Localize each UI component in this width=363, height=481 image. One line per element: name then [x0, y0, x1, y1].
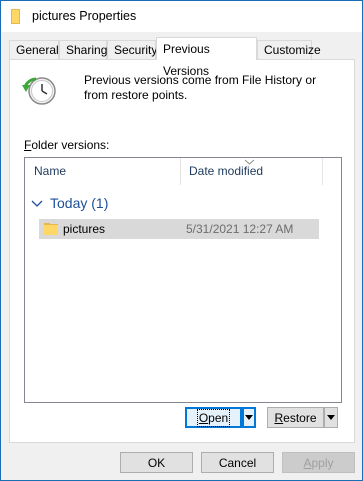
- apply-accel: A: [303, 455, 312, 470]
- list-item[interactable]: pictures 5/31/2021 12:27 AM: [39, 219, 319, 239]
- versions-list[interactable]: Name Date modified Today (1) pictures 5/…: [24, 157, 342, 403]
- open-dropdown-button[interactable]: [242, 407, 256, 428]
- restore-dropdown-button[interactable]: [324, 407, 338, 428]
- restore-button[interactable]: Restore: [267, 407, 324, 428]
- restore-button-label: Restore: [274, 411, 316, 425]
- folder-versions-label-text: older versions:: [31, 138, 110, 152]
- tab-general[interactable]: General: [9, 40, 59, 60]
- tab-strip: General Sharing Security Previous Versio…: [9, 37, 355, 78]
- column-separator: [322, 158, 323, 185]
- previous-versions-panel: Previous versions come from File History…: [9, 59, 355, 443]
- tab-customize[interactable]: Customize: [257, 40, 321, 60]
- restore-accel: R: [274, 410, 284, 425]
- window-title: pictures Properties: [32, 9, 137, 23]
- folder-icon: [44, 223, 58, 235]
- cancel-button[interactable]: Cancel: [201, 452, 274, 473]
- open-button[interactable]: Open: [185, 407, 242, 428]
- tab-security[interactable]: Security: [107, 40, 157, 60]
- group-label: Today (1): [50, 195, 109, 211]
- open-button-label: Open: [196, 408, 231, 427]
- apply-label-text: pply: [311, 455, 334, 470]
- item-name: pictures: [63, 222, 106, 236]
- tab-previous-versions[interactable]: Previous Versions: [156, 37, 257, 78]
- properties-window: pictures Properties General Sharing Secu…: [0, 0, 363, 481]
- dropdown-arrow-icon: [327, 415, 335, 420]
- apply-button[interactable]: Apply: [282, 452, 355, 473]
- apply-button-label: Apply: [303, 456, 333, 470]
- ok-button[interactable]: OK: [120, 452, 193, 473]
- folder-versions-label: Folder versions:: [24, 138, 109, 152]
- dropdown-arrow-icon: [245, 415, 253, 420]
- title-bar[interactable]: pictures Properties: [1, 1, 362, 32]
- column-header-name[interactable]: Name: [25, 158, 180, 185]
- sort-chevron-icon: [244, 159, 255, 165]
- open-label-text: pen: [208, 410, 229, 425]
- restore-label-text: estore: [283, 410, 317, 425]
- history-clock-icon: [22, 77, 56, 105]
- tab-sharing[interactable]: Sharing: [59, 40, 107, 60]
- chevron-down-icon: [31, 200, 43, 207]
- folder-icon: [11, 9, 20, 24]
- open-accel: O: [198, 410, 209, 425]
- group-header-today[interactable]: Today (1): [31, 192, 108, 214]
- item-date-modified: 5/31/2021 12:27 AM: [186, 222, 294, 236]
